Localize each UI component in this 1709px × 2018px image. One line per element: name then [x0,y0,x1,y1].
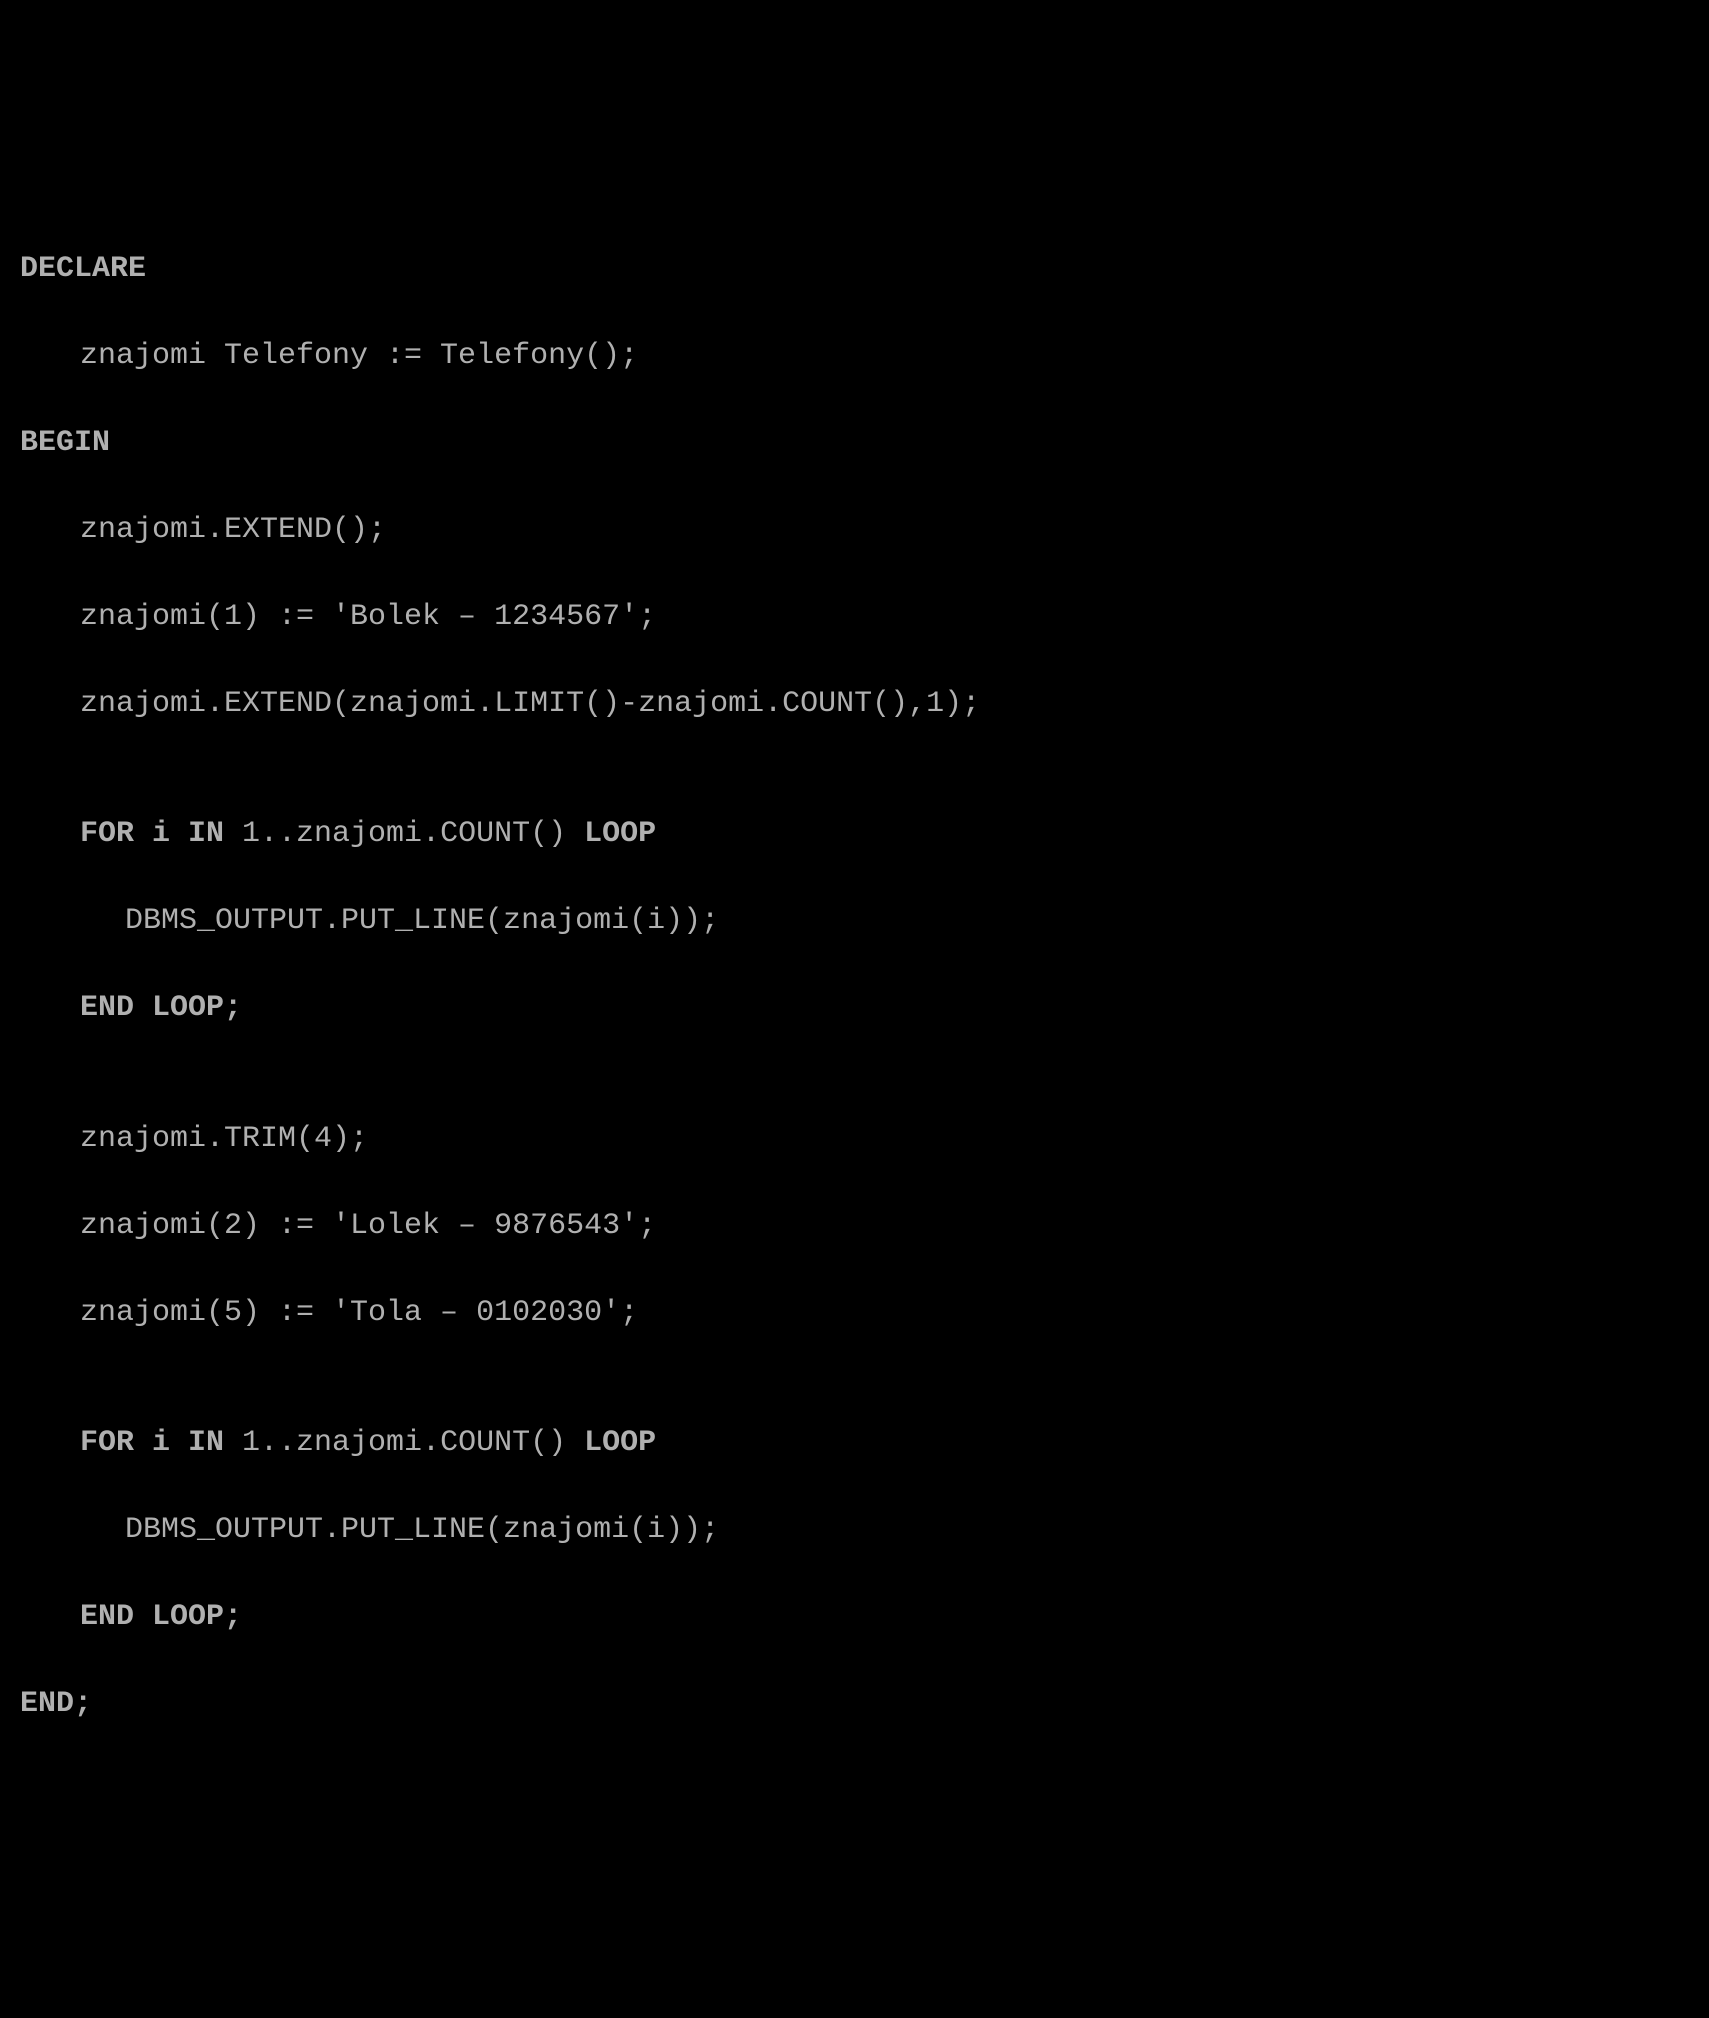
code-line: DBMS_OUTPUT.PUT_LINE(znajomi(i)); [20,1509,1689,1553]
code-line: DBMS_OUTPUT.PUT_LINE(znajomi(i)); [20,900,1689,944]
code-line: znajomi Telefony := Telefony(); [20,335,1689,379]
code-line: znajomi.EXTEND(znajomi.LIMIT()-znajomi.C… [20,683,1689,727]
code-line: znajomi.EXTEND(); [20,509,1689,553]
code-line: END LOOP; [20,1596,1689,1640]
code-text: 1..znajomi.COUNT() [242,817,566,851]
code-line: znajomi(1) := 'Bolek – 1234567'; [20,596,1689,640]
code-line: END; [20,1683,1689,1727]
keyword: LOOP [566,817,656,851]
code-line: FOR i IN 1..znajomi.COUNT() LOOP [20,1422,1689,1466]
code-line: znajomi(2) := 'Lolek – 9876543'; [20,1205,1689,1249]
code-line: DECLARE [20,248,1689,292]
code-text: 1..znajomi.COUNT() [242,1426,566,1460]
code-line: znajomi(5) := 'Tola – 0102030'; [20,1292,1689,1336]
keyword: FOR i IN [80,817,242,851]
code-line: FOR i IN 1..znajomi.COUNT() LOOP [20,813,1689,857]
code-line: END LOOP; [20,987,1689,1031]
keyword: LOOP [566,1426,656,1460]
code-block: DECLARE znajomi Telefony := Telefony(); … [20,204,1689,1770]
code-line: znajomi.TRIM(4); [20,1118,1689,1162]
code-line: BEGIN [20,422,1689,466]
keyword: FOR i IN [80,1426,242,1460]
